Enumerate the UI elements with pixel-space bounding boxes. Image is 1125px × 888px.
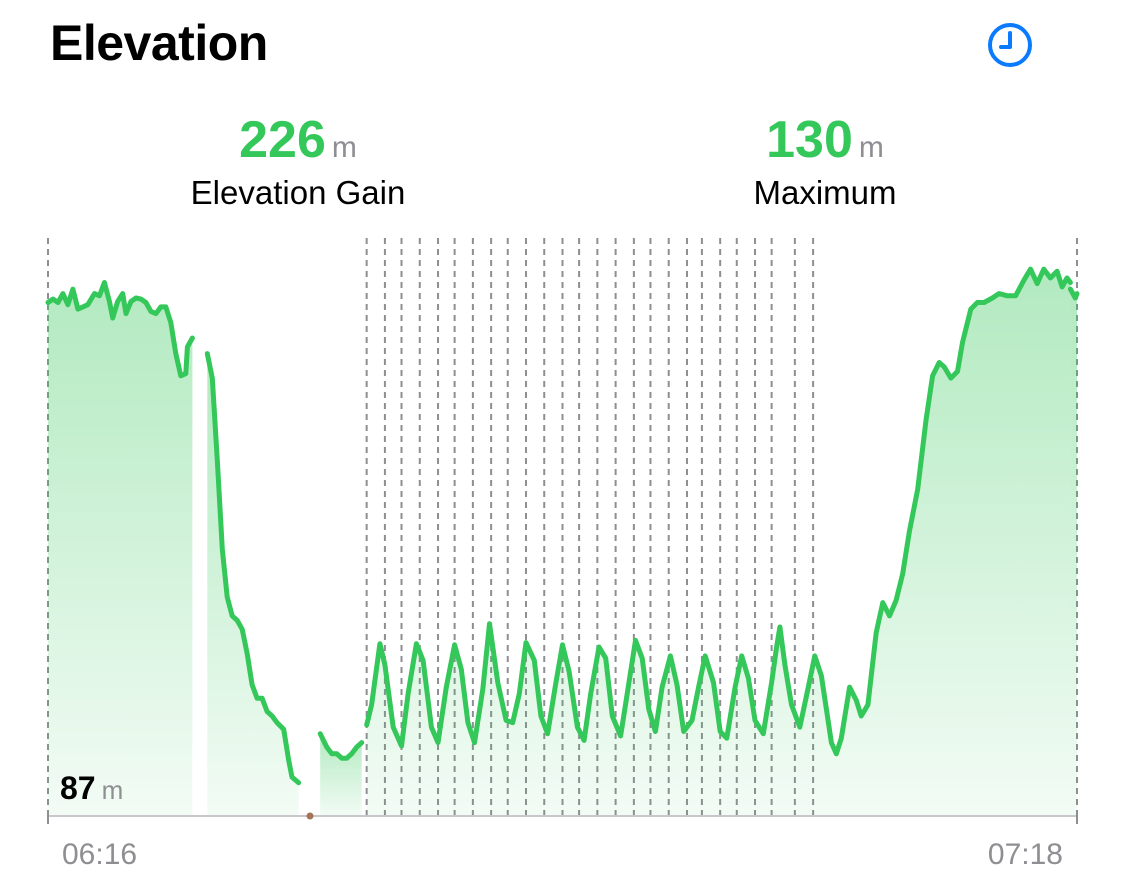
minimum-unit: m (101, 775, 124, 805)
minimum-value: 87 (60, 770, 96, 806)
elevation-chart (45, 238, 1080, 824)
x-tick-label-start: 06:16 (62, 838, 138, 871)
gap-marker-dot (306, 812, 314, 820)
x-tick-label-end: 07:18 (987, 838, 1063, 871)
elevation-area (48, 282, 193, 816)
elevation-area (1070, 289, 1077, 817)
minimum-label: 87 m (60, 770, 123, 807)
